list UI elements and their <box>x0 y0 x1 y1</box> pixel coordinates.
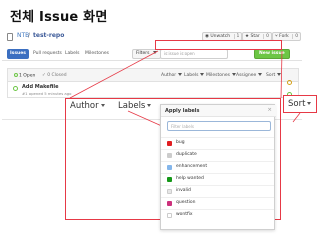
issue-search-input[interactable]: is:issue is:open <box>160 49 228 59</box>
chevron-down-icon <box>307 102 312 105</box>
repo-icon <box>7 33 13 41</box>
new-issue-button[interactable]: New issue <box>254 49 290 59</box>
issue-list-header: 1 Open ✓ 0 Closed Author Labels Mileston… <box>7 68 299 82</box>
repo-separator: / <box>28 32 31 39</box>
label-filter-field[interactable] <box>167 121 271 131</box>
repo-name-link[interactable]: test-repo <box>33 32 64 39</box>
label-item-wontfix[interactable]: wontfix <box>161 209 274 220</box>
slide-title: 전체 Issue 화면 <box>10 10 108 25</box>
fork-count: 0 <box>292 34 299 39</box>
chevron-down-icon <box>100 104 105 107</box>
issue-meta: #1 opened 5 minutes ago <box>22 91 72 96</box>
star-icon: ★ <box>245 34 250 39</box>
tab-milestones[interactable]: Milestones <box>82 49 112 59</box>
unwatch-label: Unwatch <box>210 34 231 39</box>
eye-icon: ◉ <box>205 34 209 39</box>
filters-button[interactable]: Filters <box>132 49 161 59</box>
issue-open-icon <box>14 73 18 77</box>
open-count[interactable]: 1 Open <box>14 73 35 79</box>
milestones-filter[interactable]: Milestones <box>206 73 236 78</box>
label-swatch <box>167 189 172 194</box>
closed-count[interactable]: ✓ 0 Closed <box>42 73 67 78</box>
check-icon: ✓ <box>42 73 46 78</box>
dropdown-title: Apply labels <box>165 108 200 114</box>
label-item-bug[interactable]: bug <box>161 137 274 148</box>
issue-title-link[interactable]: Add Makefile <box>22 84 59 90</box>
label-swatch <box>167 177 172 182</box>
chevron-down-icon <box>200 73 205 76</box>
sort-filter[interactable]: Sort <box>266 73 282 78</box>
chevron-down-icon <box>152 51 157 54</box>
slide: 전체 Issue 화면 NTB / test-repo ◉ Unwatch 1 … <box>0 0 320 240</box>
issue-row[interactable]: Add Makefile #1 opened 5 minutes ago <box>7 82 299 98</box>
label-item-duplicate[interactable]: duplicate <box>161 149 274 160</box>
label-item-invalid[interactable]: invalid <box>161 185 274 196</box>
issues-toolbar: Issues Pull requests Labels Milestones F… <box>2 49 302 61</box>
chevron-down-icon <box>277 73 282 76</box>
label-item-enhancement[interactable]: enhancement <box>161 161 274 172</box>
tab-labels[interactable]: Labels <box>62 49 82 59</box>
dropdown-header: Apply labels × <box>161 105 276 117</box>
tab-issues[interactable]: Issues <box>7 49 29 59</box>
author-filter[interactable]: Author <box>161 73 183 78</box>
label-swatch <box>167 213 172 218</box>
labels-filter[interactable]: Labels <box>184 73 205 78</box>
tab-pull-requests[interactable]: Pull requests <box>30 49 65 59</box>
star-count: 0 <box>263 34 270 39</box>
fork-icon: ⑂ <box>275 34 278 39</box>
label-filter-input[interactable] <box>168 122 270 130</box>
chevron-down-icon <box>178 73 183 76</box>
label-item-help-wanted[interactable]: help wanted <box>161 173 274 184</box>
unwatch-count: 1 <box>233 34 240 39</box>
chevron-down-icon <box>258 73 263 76</box>
label-swatch <box>167 153 172 158</box>
issue-open-icon <box>13 86 18 91</box>
filters-highlight <box>155 40 282 50</box>
assignee-filter[interactable]: Assignee <box>236 73 263 78</box>
chevron-down-icon <box>147 104 152 107</box>
label-item-question[interactable]: question <box>161 197 274 208</box>
zoom-sort-highlight: Sort <box>283 95 317 113</box>
zoom-labels-filter[interactable]: Labels <box>118 101 152 111</box>
filters-label: Filters <box>136 51 150 56</box>
label-swatch <box>167 201 172 206</box>
close-icon[interactable]: × <box>267 107 272 113</box>
star-label: Star <box>250 34 260 39</box>
side-indicator-icon <box>287 80 292 85</box>
label-swatch <box>167 165 172 170</box>
zoom-sort-filter[interactable]: Sort <box>288 99 312 109</box>
zoom-author-filter[interactable]: Author <box>70 101 105 111</box>
apply-labels-dropdown: Apply labels × bug duplicate enhancement… <box>160 104 276 230</box>
label-swatch <box>167 141 172 146</box>
fork-label: Fork <box>279 34 289 39</box>
